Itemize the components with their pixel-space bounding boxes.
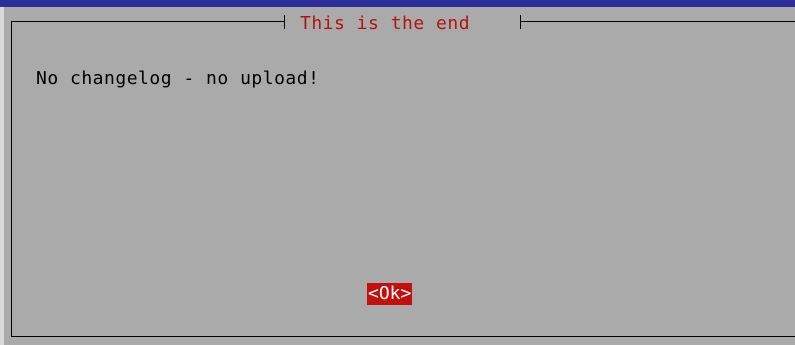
dialog-message: No changelog - no upload! [36, 68, 320, 89]
frame-top-right [521, 21, 795, 22]
ok-button[interactable]: <Ok> [367, 283, 413, 305]
dialog-box: This is the end No changelog - no upload… [0, 7, 795, 345]
frame-bottom [11, 336, 795, 337]
dialog-title: This is the end [300, 13, 471, 34]
dialog-shadow-edge [0, 7, 4, 345]
screen-background [0, 0, 795, 7]
title-bracket-right [520, 15, 521, 29]
frame-top-left [11, 21, 285, 22]
title-bracket-left [284, 15, 285, 29]
frame-left [11, 21, 12, 337]
